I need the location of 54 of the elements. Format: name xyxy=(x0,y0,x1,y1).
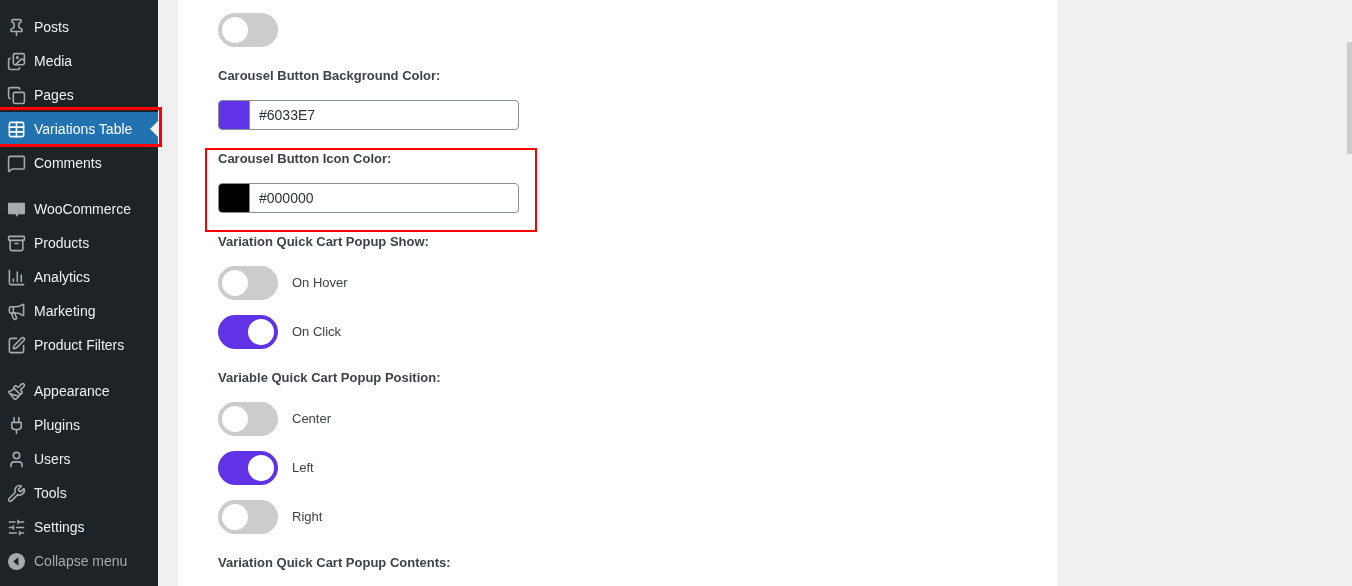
color-field[interactable]: #6033E7 xyxy=(218,100,519,130)
toggle-label: Center xyxy=(292,410,332,429)
toggle-switch[interactable] xyxy=(218,266,278,300)
current-arrow-icon xyxy=(150,121,158,137)
color-swatch[interactable] xyxy=(219,101,250,129)
color-value: #6033E7 xyxy=(258,105,316,125)
user-icon xyxy=(7,449,26,469)
collapse-icon xyxy=(7,551,26,571)
menu-item[interactable]: Users xyxy=(0,442,158,476)
edit-icon xyxy=(7,335,26,355)
menu-item[interactable]: Media xyxy=(0,44,158,78)
menu-item[interactable]: Variations Table xyxy=(0,112,158,146)
pin-icon xyxy=(7,17,26,37)
menu-item[interactable]: Comments xyxy=(0,146,158,180)
menu-item[interactable]: Products xyxy=(0,226,158,260)
sliders-icon xyxy=(7,517,26,537)
toggle-label: On Hover xyxy=(292,274,348,293)
menu-item[interactable]: WooCommerce xyxy=(0,192,158,226)
menu-item[interactable]: Settings xyxy=(0,510,158,544)
toggle-switch[interactable] xyxy=(218,500,278,534)
menu-item[interactable]: Tools xyxy=(0,476,158,510)
setting-heading: Variation Quick Cart Popup Show: xyxy=(218,234,430,250)
menu-item[interactable]: Pages xyxy=(0,78,158,112)
comment-icon xyxy=(7,153,26,173)
toggle-switch[interactable] xyxy=(218,402,278,436)
collapse-menu-button[interactable]: Collapse menu xyxy=(0,544,158,578)
wrench-icon xyxy=(7,483,26,503)
menu-item[interactable]: Marketing xyxy=(0,294,158,328)
scrollbar-thumb[interactable] xyxy=(1347,42,1352,154)
menu-item[interactable]: Appearance xyxy=(0,374,158,408)
menu-item[interactable]: Analytics xyxy=(0,260,158,294)
color-swatch[interactable] xyxy=(219,184,250,212)
color-value: #000000 xyxy=(258,188,314,208)
toggle-label: Right xyxy=(292,508,323,527)
images-icon xyxy=(7,51,26,71)
setting-heading: Variable Quick Cart Popup Position: xyxy=(218,370,442,386)
setting-heading: Carousel Button Background Color: xyxy=(218,68,442,84)
menu-item[interactable]: Posts xyxy=(0,10,158,44)
menu-item[interactable]: Product Filters xyxy=(0,328,158,362)
toggle-label: On Click xyxy=(292,323,342,342)
color-field[interactable]: #000000 xyxy=(218,183,519,213)
menu-item[interactable]: Plugins xyxy=(0,408,158,442)
toggle-switch[interactable] xyxy=(218,315,278,349)
setting-heading: Carousel Button Icon Color: xyxy=(218,151,393,167)
archive-icon xyxy=(7,233,26,253)
setting-heading: Variation Quick Cart Popup Contents: xyxy=(218,555,452,571)
table-icon xyxy=(7,119,26,139)
bar-chart-icon xyxy=(7,267,26,287)
megaphone-icon xyxy=(7,301,26,321)
pages-icon xyxy=(7,85,26,105)
toggle-label: Left xyxy=(292,459,314,478)
toggle-switch[interactable] xyxy=(218,451,278,485)
paintbrush-icon xyxy=(7,381,26,401)
toggle-switch[interactable] xyxy=(218,13,278,47)
